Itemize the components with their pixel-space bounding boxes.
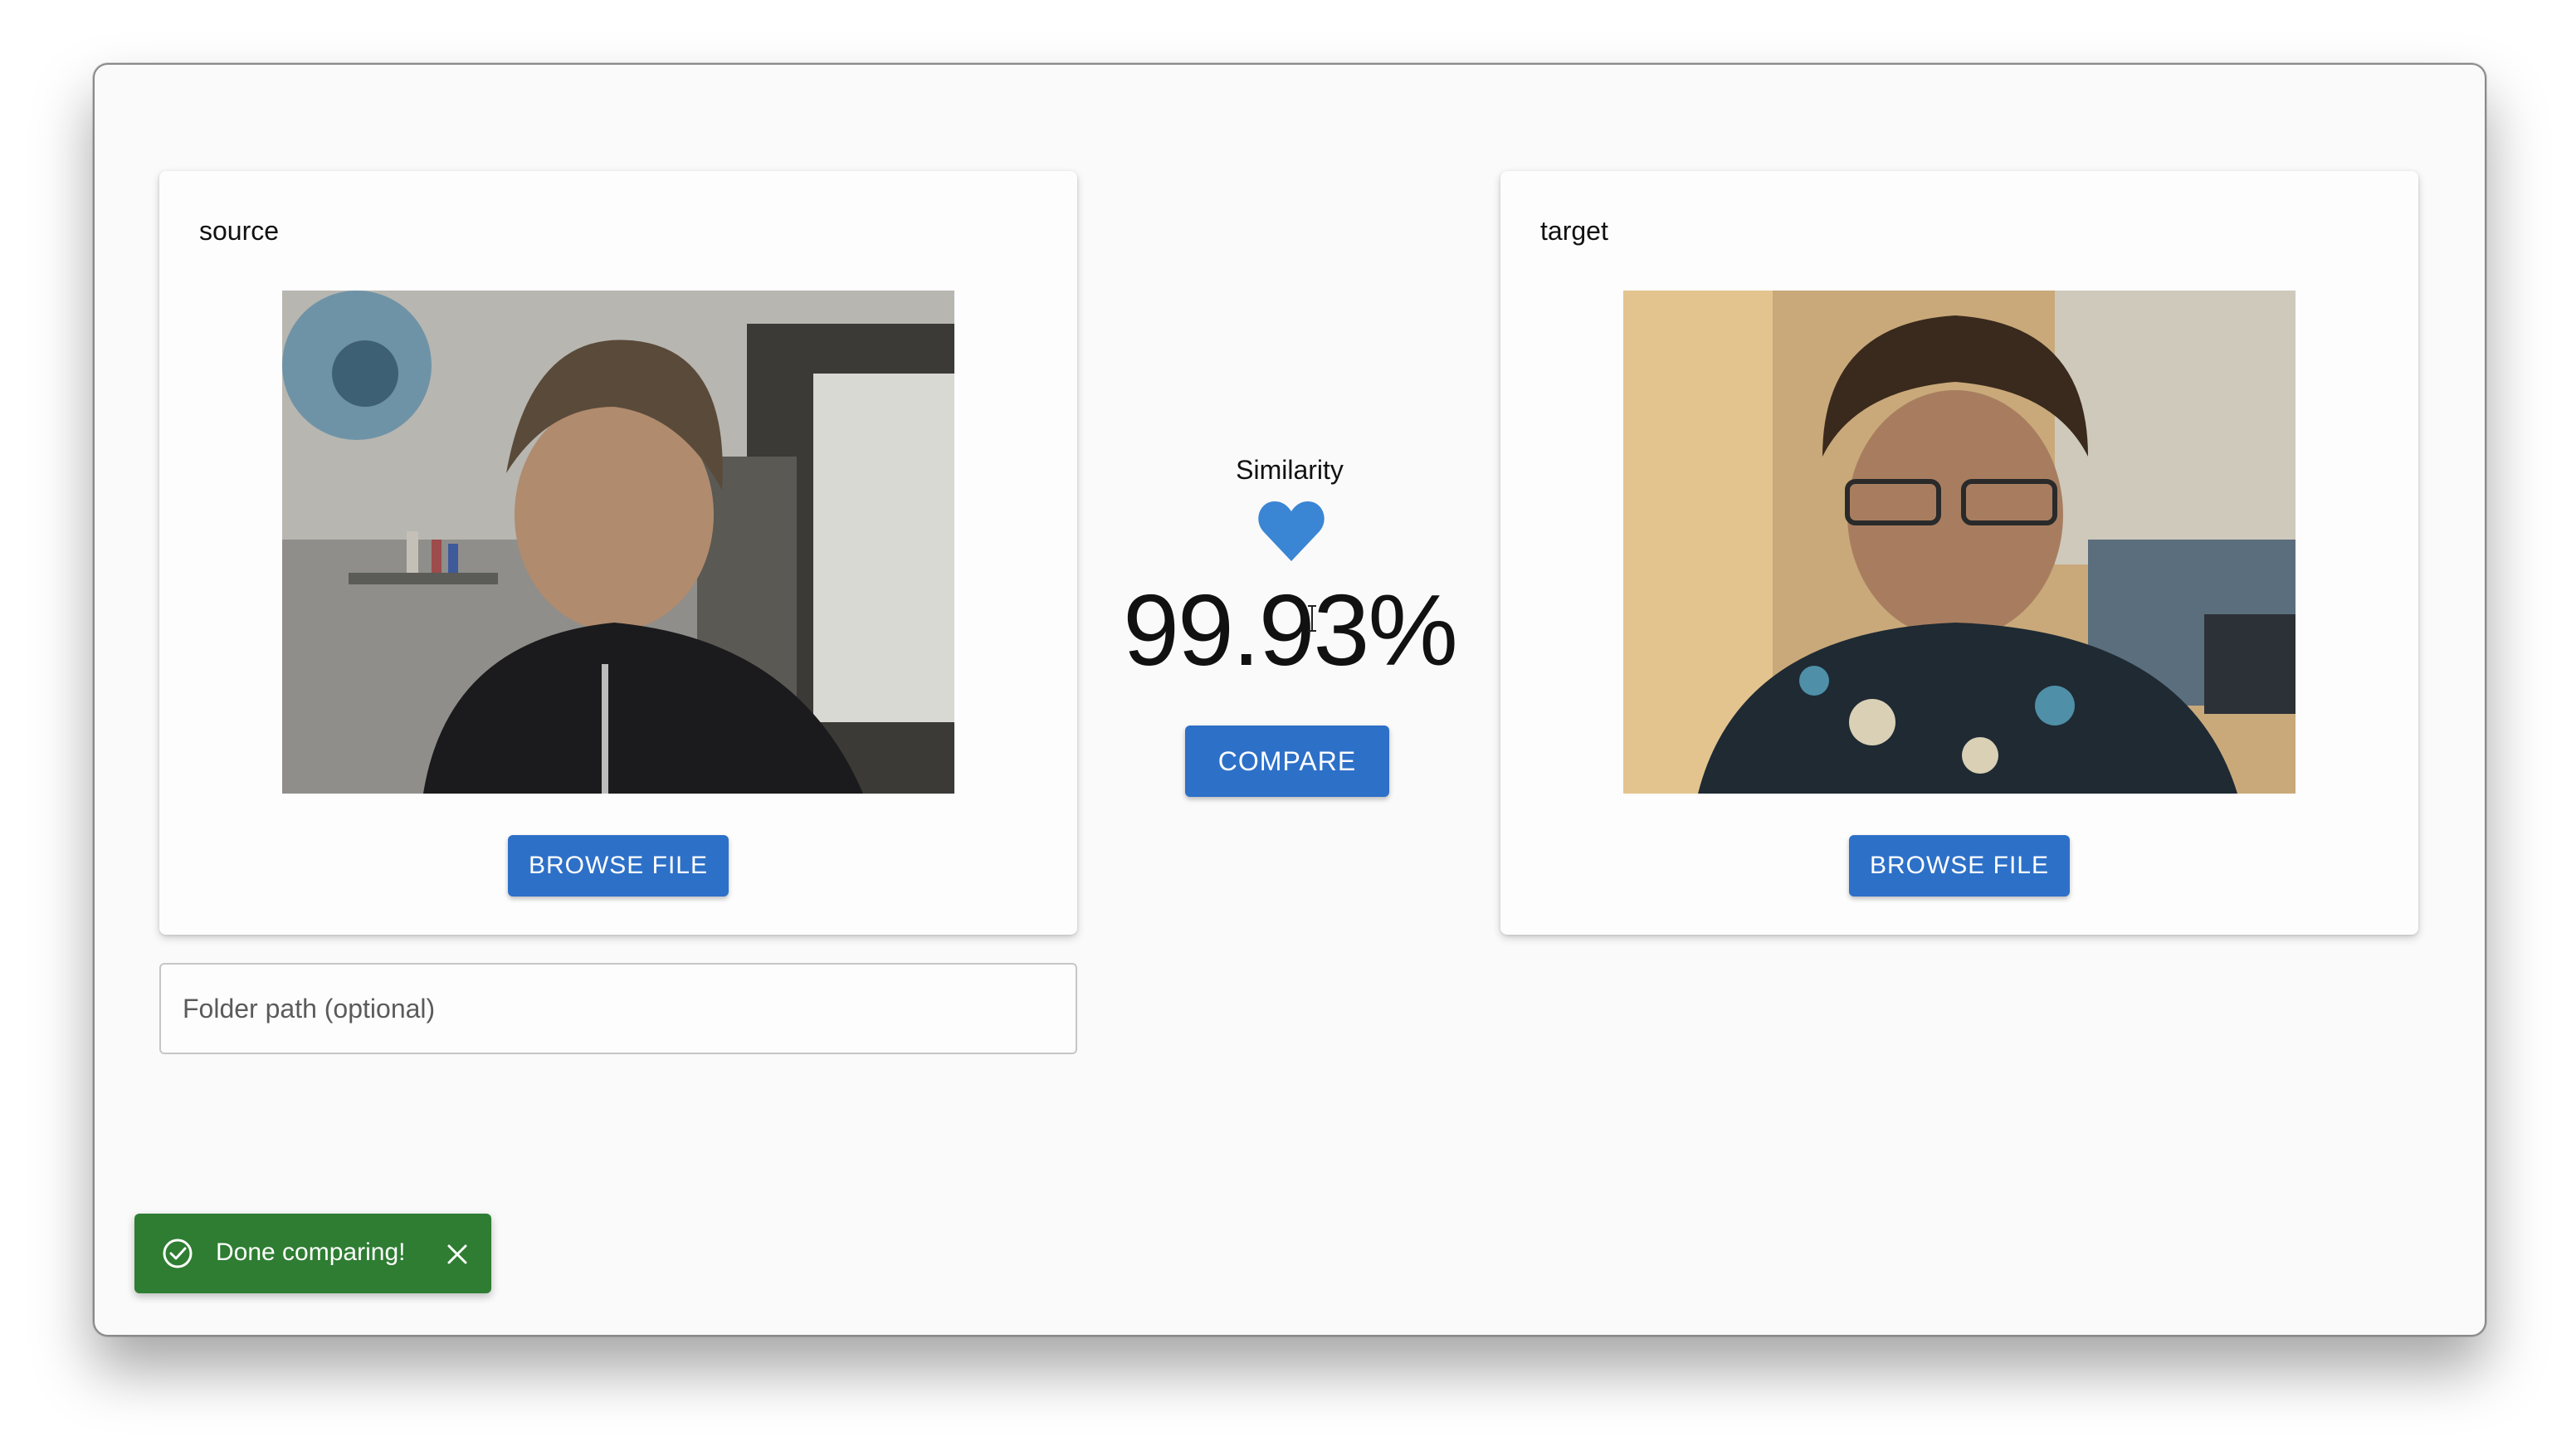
check-circle-icon — [163, 1239, 193, 1268]
target-label: target — [1540, 216, 1608, 246]
source-browse-button[interactable]: BROWSE FILE — [508, 835, 729, 897]
heart-icon — [1258, 501, 1325, 561]
similarity-label: Similarity — [1236, 455, 1344, 485]
close-icon[interactable] — [445, 1242, 470, 1267]
target-photo — [1623, 291, 2295, 794]
folder-path-input[interactable] — [159, 963, 1077, 1054]
text-cursor-icon — [1308, 605, 1316, 632]
similarity-panel: Similarity 99.93% COMPARE — [1115, 455, 1464, 870]
compare-button[interactable]: COMPARE — [1185, 726, 1389, 797]
app-window: source BROWSE FILE Folder path (optional… — [93, 63, 2486, 1336]
target-browse-button[interactable]: BROWSE FILE — [1849, 835, 2070, 897]
target-card: target BROWSE FILE — [1500, 171, 2418, 935]
success-toast: Done comparing! — [134, 1214, 491, 1293]
source-card: source BROWSE FILE — [159, 171, 1077, 935]
source-photo — [282, 291, 954, 794]
similarity-value: 99.93% — [1123, 574, 1458, 686]
toast-message: Done comparing! — [216, 1239, 406, 1266]
source-label: source — [199, 216, 280, 246]
